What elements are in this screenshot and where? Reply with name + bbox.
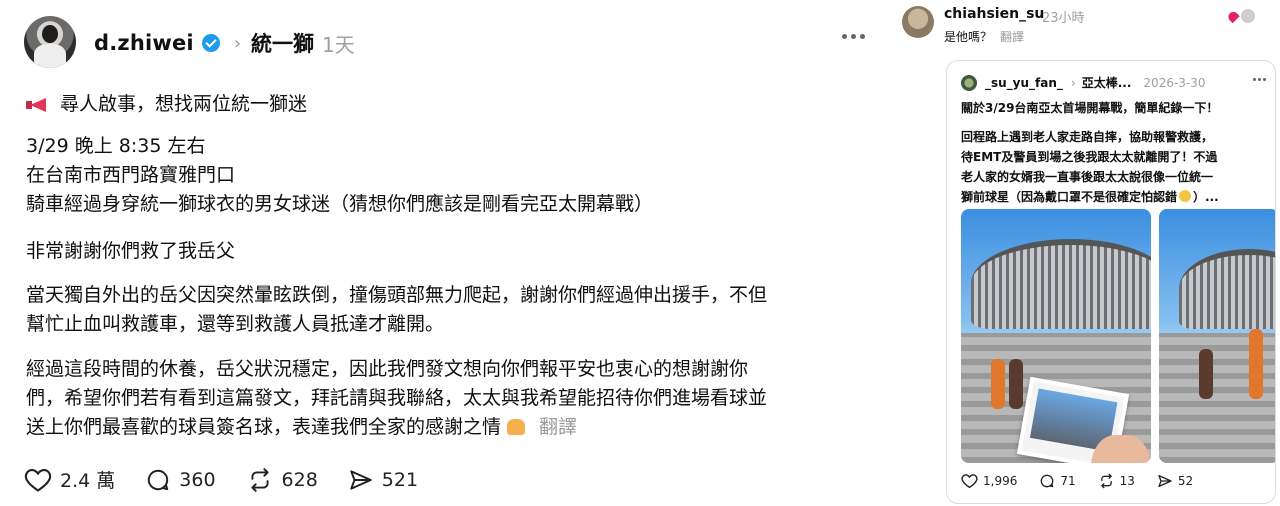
person-figure (991, 359, 1005, 409)
comment-bubble-icon (1041, 474, 1054, 488)
send-icon (350, 469, 372, 490)
person-figure (1249, 329, 1263, 399)
quoted-line: 待EMT及警員到場之後我跟太太就離開了！不過 (961, 150, 1218, 164)
quoted-author-avatar[interactable] (961, 75, 977, 91)
author-username[interactable]: d.zhiwei (94, 31, 194, 55)
reply-body: 是他嗎？ (944, 30, 993, 44)
stadium-photo-1[interactable] (961, 209, 1151, 463)
repost-icon (250, 467, 269, 492)
quoted-like-count: 1,996 (983, 474, 1018, 488)
quoted-share-button[interactable]: 52 (1157, 473, 1193, 489)
quoted-date: 2026-3-30 (1143, 75, 1206, 90)
post-line-text: 送上你們最喜歡的球員簽名球，表達我們全家的感謝之情 (26, 416, 502, 438)
like-count: 2.4 萬 (60, 470, 116, 492)
heart-icon (961, 474, 978, 489)
quoted-share-count: 52 (1177, 474, 1194, 488)
reply-author-avatar[interactable] (902, 6, 934, 38)
post-line: 幫忙止血叫救護車，還等到救護人員抵達才離開。 (26, 313, 445, 335)
quoted-action-bar: 1,996 71 13 52 (961, 473, 1215, 489)
quoted-post-card[interactable]: _su_yu_fan_ › 亞太棒... 2026-3-30 關於3/29台南亞… (946, 60, 1276, 504)
folded-hands-emoji-icon (507, 419, 526, 435)
person-figure (1199, 349, 1213, 399)
quoted-line-last: 獅前球星（因為戴口罩不是很確定怕認錯 ）... (961, 187, 1271, 207)
post-header: d.zhiwei › 統一獅 1天 (94, 28, 355, 58)
post-line: 3/29 晚上 8:35 左右 (26, 135, 206, 157)
post-headline: 尋人啟事，想找兩位統一獅迷 (26, 90, 307, 119)
post-line: 經過這段時間的休養，岳父狀況穩定，因此我們發文想向你們報平安也衷心的想謝謝你 (26, 358, 749, 380)
avatar-body-shape (34, 44, 66, 68)
heart-reaction-icon (1226, 9, 1240, 23)
stadium-roof-shape (1179, 249, 1275, 329)
post-line: 非常謝謝你們救了我岳父 (26, 240, 236, 262)
reaction-indicator[interactable] (1226, 8, 1256, 24)
post-line: 在台南市西門路寶雅門口 (26, 164, 236, 186)
repost-button[interactable]: 628 (246, 467, 318, 493)
reactor-avatar (1240, 8, 1256, 24)
post-paragraph-incident: 當天獨自外出的岳父因突然暈眩跌倒，撞傷頭部無力爬起，謝謝你們經過伸出援手，不但 … (26, 281, 767, 339)
quoted-title: 關於3/29台南亞太首場開幕戰，簡單紀錄一下！ (961, 101, 1219, 115)
share-count: 521 (381, 468, 419, 491)
post-line: 們，希望你們若有看到這篇發文，拜託請與我聯絡，太太與我希望能招待你們進場看球並 (26, 387, 768, 409)
quoted-line: 老人家的女婿我一直事後跟太太說很像一位統一 (961, 170, 1214, 184)
chevron-right-icon: › (1070, 75, 1076, 90)
quoted-repost-count: 13 (1119, 474, 1135, 488)
quoted-like-button[interactable]: 1,996 (961, 473, 1017, 489)
comment-bubble-icon (148, 469, 169, 490)
post-paragraph-request: 經過這段時間的休養，岳父狀況穩定，因此我們發文想向你們報平安也衷心的想謝謝你 們… (26, 355, 767, 442)
post-timestamp: 1天 (322, 32, 355, 57)
chevron-right-icon: › (233, 32, 242, 54)
reply-timestamp: 23小時 (1042, 11, 1085, 26)
person-figure (1009, 359, 1023, 409)
reply-translate-link[interactable]: 翻譯 (1000, 30, 1024, 44)
smiling-face-emoji-icon (1179, 190, 1192, 202)
comment-count: 360 (179, 468, 216, 491)
quoted-post-header: _su_yu_fan_ › 亞太棒... 2026-3-30 (985, 74, 1206, 91)
quoted-line-text: 獅前球星（因為戴口罩不是很確定怕認錯 (961, 190, 1178, 204)
repost-icon (1100, 473, 1112, 489)
quoted-comment-count: 71 (1060, 474, 1076, 488)
megaphone-icon (26, 96, 50, 114)
avatar-head-shape (42, 25, 58, 43)
main-post: d.zhiwei › 統一獅 1天 尋人啟事，想找兩位統一獅迷 3/29 晚上 … (0, 0, 900, 506)
heart-icon (24, 468, 52, 492)
headline-text: 尋人啟事，想找兩位統一獅迷 (60, 93, 308, 115)
send-icon (1158, 475, 1172, 487)
post-paragraph-details: 3/29 晚上 8:35 左右 在台南市西門路寶雅門口 騎車經過身穿統一獅球衣的… (26, 132, 653, 219)
quoted-topic-tag[interactable]: 亞太棒... (1082, 74, 1132, 91)
stadium-roof-shape (971, 239, 1151, 329)
quoted-line-ellipsis: ）... (1193, 190, 1219, 204)
quoted-more-options-icon[interactable] (1253, 78, 1266, 81)
more-options-icon[interactable] (842, 34, 865, 39)
comment-button[interactable]: 360 (145, 467, 216, 493)
quoted-line: 回程路上遇到老人家走路自摔，協助報警救護， (961, 130, 1214, 144)
reply-post: chiahsien_su 23小時 是他嗎？ 翻譯 _su_yu_fan_ › 亞… (896, 0, 1280, 506)
post-paragraph-thanks: 非常謝謝你們救了我岳父 (26, 237, 235, 266)
translate-link[interactable]: 翻譯 (539, 416, 577, 438)
repost-count: 628 (281, 468, 318, 491)
stadium-photo-2[interactable] (1159, 209, 1275, 463)
post-action-bar: 2.4 萬 360 628 521 (24, 466, 448, 493)
post-line: 當天獨自外出的岳父因突然暈眩跌倒，撞傷頭部無力爬起，謝謝你們經過伸出援手，不但 (26, 284, 768, 306)
reply-username[interactable]: chiahsien_su (944, 6, 1044, 22)
reply-text: 是他嗎？ 翻譯 (944, 28, 1024, 45)
quoted-body: 回程路上遇到老人家走路自摔，協助報警救護， 待EMT及警員到場之後我跟太太就離開… (961, 127, 1271, 207)
post-line-last: 送上你們最喜歡的球員簽名球，表達我們全家的感謝之情 翻譯 (26, 413, 767, 442)
post-line: 騎車經過身穿統一獅球衣的男女球迷（猜想你們應該是剛看完亞太開幕戰） (26, 193, 654, 215)
quoted-username[interactable]: _su_yu_fan_ (985, 76, 1063, 90)
share-button[interactable]: 521 (348, 467, 418, 493)
topic-tag[interactable]: 統一獅 (251, 28, 314, 58)
like-button[interactable]: 2.4 萬 (24, 466, 115, 493)
quoted-repost-button[interactable]: 13 (1098, 473, 1135, 489)
verified-badge-icon (201, 34, 220, 52)
quoted-comment-button[interactable]: 71 (1039, 473, 1076, 489)
author-avatar[interactable] (24, 16, 76, 68)
